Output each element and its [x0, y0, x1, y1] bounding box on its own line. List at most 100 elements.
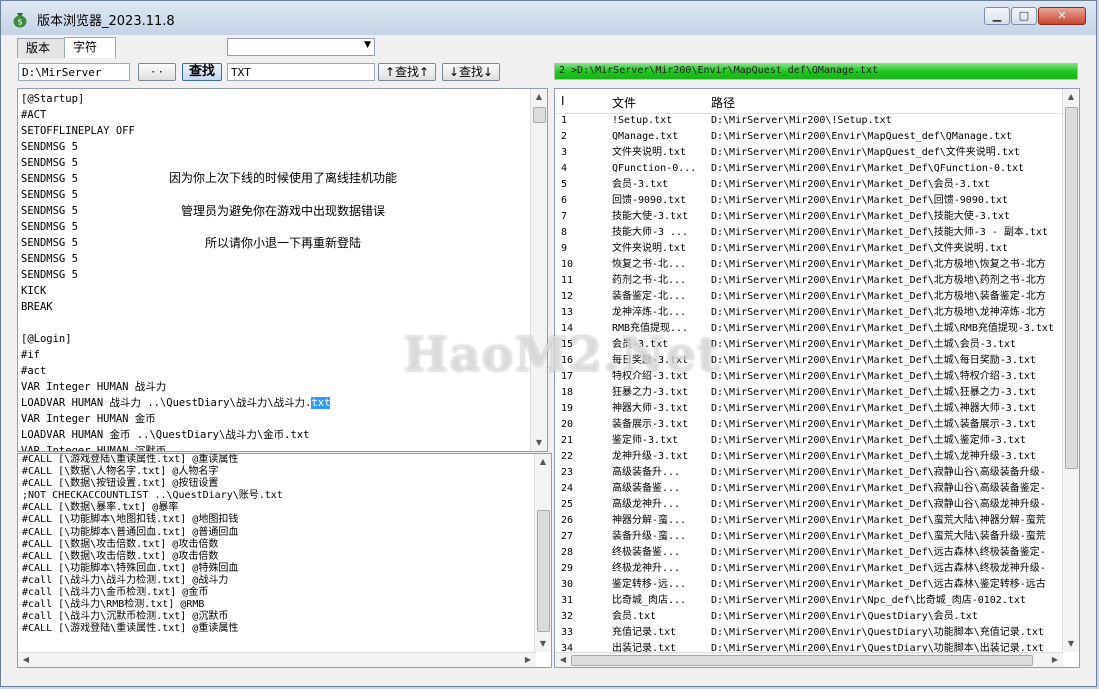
find-up-button[interactable]: ↑查找↑ [378, 63, 436, 81]
scroll-right-icon[interactable]: ▶ [521, 653, 535, 667]
maximize-icon: □ [1018, 9, 1030, 22]
scroll-left-icon[interactable]: ◀ [556, 653, 570, 667]
row-index: 14 [561, 323, 574, 334]
table-row[interactable]: 5 会员-3.txt D:\MirServer\Mir200\Envir\Marke… [555, 177, 1064, 193]
row-path: D:\MirServer\Mir200\Envir\Market_Def\土城\… [711, 323, 1054, 334]
table-row[interactable]: 2 QManage.txt D:\MirServer\Mir200\Envir\Ma… [555, 129, 1064, 145]
table-row[interactable]: 19 神器大师-3.txt D:\MirServer\Mir200\Envir\Ma… [555, 401, 1064, 417]
table-row[interactable]: 24 高级装备鉴... D:\MirServer\Mir200\Envir\Mark… [555, 481, 1064, 497]
table-row[interactable]: 10 恢复之书-北... D:\MirServer\Mir200\Envir\Mar… [555, 257, 1064, 273]
browse-button[interactable]: · · [138, 63, 176, 81]
script-editor[interactable]: [@Startup] #ACT SETOFFLINEPLAY OFF SENDMSG … [17, 88, 548, 452]
table-row[interactable]: 30 鉴定转移-远... D:\MirServer\Mir200\Envir\Mar… [555, 577, 1064, 593]
table-row[interactable]: 28 终极装备鉴... D:\MirServer\Mir200\Envir\Mark… [555, 545, 1064, 561]
list-horizontal-scrollbar[interactable]: ◀ ▶ [555, 652, 1063, 667]
scroll-up-icon[interactable]: ▲ [531, 90, 547, 104]
table-row[interactable]: 3 文件夹说明.txt D:\MirServer\Mir200\Envir\MapQ… [555, 145, 1064, 161]
row-index: 2 [561, 131, 568, 142]
row-file: 文件夹说明.txt [612, 147, 687, 158]
scroll-left-icon[interactable]: ◀ [19, 653, 33, 667]
file-list[interactable]: I 文件 路径 1 !Setup.txt D:\MirServer\Mir200\!… [554, 88, 1080, 668]
find-down-button[interactable]: ↓查找↓ [442, 63, 500, 81]
scroll-up-icon[interactable]: ▲ [535, 455, 551, 469]
table-row[interactable]: 15 会员-3.txt D:\MirServer\Mir200\Envir\Mark… [555, 337, 1064, 353]
row-file: 终极装备鉴... [612, 547, 681, 558]
editor-line: [@Startup] [21, 93, 85, 105]
row-path: D:\MirServer\Mir200\Envir\Market_Def\土城\… [711, 355, 1036, 366]
call-line: #CALL [\游戏登陆\重读属性.txt] @重读属性 [22, 454, 239, 465]
search-text-input[interactable] [227, 63, 375, 81]
filter-dropdown[interactable]: ▼ [227, 38, 375, 56]
main-window: $ 版本浏览器_2023.11.8 ▁ □ ✕ 版本 字符 ▼ · · 查找 ↑… [0, 0, 1097, 687]
row-file: 会员.txt [612, 611, 657, 622]
maximize-button[interactable]: □ [1011, 7, 1037, 25]
list-vertical-scrollbar[interactable]: ▲ ▼ [1062, 89, 1079, 652]
row-path: D:\MirServer\Mir200\Envir\Market_Def\土城\… [711, 435, 1026, 446]
editor-vertical-scrollbar[interactable]: ▲ ▼ [530, 89, 547, 451]
table-row[interactable]: 14 RMB充值提现... D:\MirServer\Mir200\Envir\Ma… [555, 321, 1064, 337]
table-row[interactable]: 4 QFunction-0... D:\MirServer\Mir200\Envir… [555, 161, 1064, 177]
table-row[interactable]: 11 药剂之书-北... D:\MirServer\Mir200\Envir\Mar… [555, 273, 1064, 289]
row-file: 会员-3.txt [612, 179, 669, 190]
calls-horizontal-scrollbar[interactable]: ◀ ▶ [18, 652, 536, 667]
row-path: D:\MirServer\Mir200\!Setup.txt [711, 115, 892, 126]
table-row[interactable]: 9 文件夹说明.txt D:\MirServer\Mir200\Envir\Mark… [555, 241, 1064, 257]
row-index: 21 [561, 435, 574, 446]
column-header-path[interactable]: 路径 [711, 94, 735, 111]
table-row[interactable]: 1 !Setup.txt D:\MirServer\Mir200\!Setup.tx… [555, 113, 1064, 129]
column-header-file[interactable]: 文件 [612, 94, 636, 111]
table-row[interactable]: 21 鉴定师-3.txt D:\MirServer\Mir200\Envir\Mar… [555, 433, 1064, 449]
table-row[interactable]: 7 技能大使-3.txt D:\MirServer\Mir200\Envir\Mar… [555, 209, 1064, 225]
table-row[interactable]: 12 装备鉴定-北... D:\MirServer\Mir200\Envir\Mar… [555, 289, 1064, 305]
table-row[interactable]: 18 狂暴之力-3.txt D:\MirServer\Mir200\Envir\Ma… [555, 385, 1064, 401]
scroll-right-icon[interactable]: ▶ [1048, 653, 1062, 667]
close-button[interactable]: ✕ [1038, 7, 1086, 25]
table-row[interactable]: 16 每日奖励-3.txt D:\MirServer\Mir200\Envir\Ma… [555, 353, 1064, 369]
tab-string[interactable]: 字符 [64, 37, 116, 58]
table-row[interactable]: 20 装备展示-3.txt D:\MirServer\Mir200\Envir\Ma… [555, 417, 1064, 433]
table-row[interactable]: 33 充值记录.txt D:\MirServer\Mir200\Envir\Ques… [555, 625, 1064, 641]
row-path: D:\MirServer\Mir200\Envir\QuestDiary\功能脚… [711, 627, 1044, 638]
search-path-input[interactable] [18, 63, 130, 81]
row-file: 会员-3.txt [612, 339, 669, 350]
tab-version[interactable]: 版本 [17, 38, 65, 58]
row-index: 17 [561, 371, 574, 382]
table-row[interactable]: 23 高级装备升... D:\MirServer\Mir200\Envir\Mark… [555, 465, 1064, 481]
table-row[interactable]: 29 终极龙神升... D:\MirServer\Mir200\Envir\Mark… [555, 561, 1064, 577]
row-index: 27 [561, 531, 574, 542]
svg-text:$: $ [17, 18, 22, 27]
table-row[interactable]: 8 技能大师-3 ... D:\MirServer\Mir200\Envir\Mar… [555, 225, 1064, 241]
scroll-up-icon[interactable]: ▲ [1063, 90, 1079, 104]
call-list-pane[interactable]: #CALL [\游戏登陆\重读属性.txt] @重读属性 #CALL [\数据\人… [17, 453, 552, 668]
find-button[interactable]: 查找 [182, 63, 222, 81]
table-row[interactable]: 17 特权介绍-3.txt D:\MirServer\Mir200\Envir\Ma… [555, 369, 1064, 385]
table-row[interactable]: 22 龙神升级-3.txt D:\MirServer\Mir200\Envir\Ma… [555, 449, 1064, 465]
row-file: 终极龙神升... [612, 563, 681, 574]
scroll-thumb[interactable] [537, 510, 550, 632]
row-file: 充值记录.txt [612, 627, 677, 638]
table-row[interactable]: 27 装备升级-蛮... D:\MirServer\Mir200\Envir\Mar… [555, 529, 1064, 545]
table-row[interactable]: 26 神器分解-蛮... D:\MirServer\Mir200\Envir\Mar… [555, 513, 1064, 529]
scroll-down-icon[interactable]: ▼ [1063, 637, 1079, 651]
row-index: 3 [561, 147, 568, 158]
column-header-index[interactable]: I [561, 94, 565, 108]
table-row[interactable]: 32 会员.txt D:\MirServer\Mir200\Envir\QuestD… [555, 609, 1064, 625]
scroll-thumb[interactable] [571, 655, 1033, 666]
row-index: 1 [561, 115, 568, 126]
row-path: D:\MirServer\Mir200\Envir\Market_Def\蛮荒大… [711, 531, 1046, 542]
minimize-button[interactable]: ▁ [984, 7, 1010, 25]
editor-line: LOADVAR HUMAN 金币 ..\QuestDiary\战斗力\金币.tx… [21, 429, 310, 441]
scroll-down-icon[interactable]: ▼ [535, 637, 551, 651]
editor-line: BREAK [21, 301, 53, 313]
scroll-down-icon[interactable]: ▼ [531, 436, 547, 450]
title-bar[interactable]: $ 版本浏览器_2023.11.8 ▁ □ ✕ [1, 1, 1096, 35]
table-row[interactable]: 13 龙神淬炼-北... D:\MirServer\Mir200\Envir\Mar… [555, 305, 1064, 321]
table-row[interactable]: 25 高级龙神升... D:\MirServer\Mir200\Envir\Mark… [555, 497, 1064, 513]
scroll-thumb[interactable] [1065, 107, 1078, 469]
scroll-thumb[interactable] [533, 107, 546, 123]
call-line: #CALL [\数据\攻击倍数.txt] @攻击倍数 [22, 538, 219, 550]
calls-vertical-scrollbar[interactable]: ▲ ▼ [534, 454, 551, 652]
row-path: D:\MirServer\Mir200\Envir\Market_Def\土城\… [711, 371, 1036, 382]
table-row[interactable]: 31 比奇城_肉店... D:\MirServer\Mir200\Envir\Npc… [555, 593, 1064, 609]
table-row[interactable]: 6 回馈-9090.txt D:\MirServer\Mir200\Envir\Ma… [555, 193, 1064, 209]
